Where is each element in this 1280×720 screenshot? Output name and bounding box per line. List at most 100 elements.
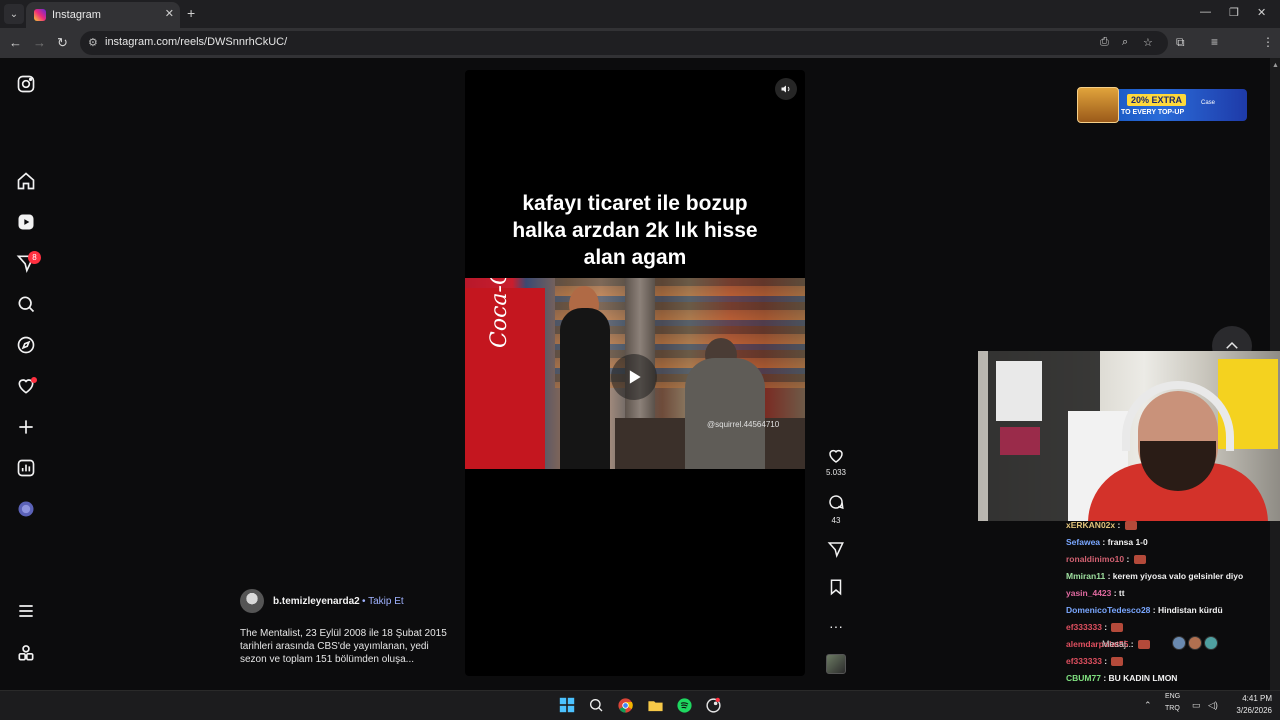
streamer [1078, 381, 1278, 521]
comment-count: 43 [831, 516, 841, 525]
instagram-favicon-icon [34, 9, 46, 21]
volume-tray-icon[interactable]: ◁) [1208, 700, 1218, 711]
share-icon[interactable] [826, 540, 846, 563]
reel-video[interactable]: kafayı ticaret ile bozup halka arzdan 2k … [465, 70, 805, 676]
zoom-icon[interactable]: ⌕ [1122, 36, 1128, 49]
steam-icon[interactable] [703, 695, 723, 715]
more-menu-icon[interactable] [16, 601, 36, 621]
media-icon[interactable]: ≡ [1211, 35, 1218, 49]
chat-text: : Hindistan kürdü [1150, 605, 1223, 615]
chat-placeholder: Mesaj... [1102, 639, 1134, 649]
chrome-icon[interactable] [615, 695, 635, 715]
reel-description[interactable]: The Mentalist, 23 Eylül 2008 ile 18 Şuba… [240, 627, 450, 666]
address-bar[interactable]: ⚙ instagram.com/reels/DWSnnrhCkUC/ ⎙ ⌕ ☆ [80, 31, 1168, 55]
taskbar-search-icon[interactable] [586, 695, 606, 715]
chat-message: ef333333 : [1066, 656, 1124, 667]
headset-icon [1122, 381, 1234, 451]
monitor-icon[interactable]: ▭ [1192, 700, 1201, 711]
ad-banner[interactable]: 20% EXTRA TO EVERY TOP-UP Case [1077, 87, 1247, 123]
chat-message: DomenicoTedesco28 : Hindistan kürdü [1066, 605, 1223, 615]
follow-label[interactable]: Takip Et [368, 596, 404, 607]
tray-chevron-icon[interactable]: ⌃ [1144, 700, 1152, 711]
dashboard-icon[interactable] [16, 458, 36, 478]
close-window-icon[interactable]: ✕ [1257, 6, 1266, 19]
ad-headline: 20% EXTRA [1127, 94, 1187, 106]
notifications-badge: 8 [28, 251, 41, 264]
windows-start-icon[interactable] [557, 695, 577, 715]
comment-icon[interactable] [826, 493, 846, 516]
restore-icon[interactable]: ❐ [1229, 6, 1239, 19]
url-text[interactable]: instagram.com/reels/DWSnnrhCkUC/ [105, 36, 287, 48]
more-options-icon[interactable]: ··· [826, 618, 846, 634]
volume-icon[interactable] [775, 78, 797, 100]
person-woman [560, 308, 610, 469]
reel-overlay-caption: kafayı ticaret ile bozup halka arzdan 2k … [465, 190, 805, 271]
follow-separator: • [362, 596, 366, 607]
webcam-poster [996, 361, 1042, 421]
chat-message: CBUM77 : BU KADIN LMON [1066, 673, 1177, 683]
video-watermark: @squirrel.44564710 [707, 420, 780, 429]
tab-instagram[interactable]: Instagram ✕ [26, 2, 180, 28]
create-icon[interactable] [16, 417, 36, 437]
file-explorer-icon[interactable] [645, 695, 665, 715]
chat-text: : [1124, 554, 1132, 564]
like-heart-icon[interactable] [826, 447, 846, 470]
tab-list-icon[interactable]: ⌄ [4, 4, 24, 24]
webcam-box [1000, 427, 1040, 455]
author-username[interactable]: b.temizleyenarda2 [273, 596, 360, 607]
clock-time[interactable]: 4:41 PM [1232, 694, 1272, 703]
close-tab-icon[interactable]: ✕ [165, 7, 174, 20]
also-from-meta-icon[interactable] [16, 643, 36, 663]
explore-icon[interactable] [16, 335, 36, 355]
input-language[interactable]: ENG [1165, 693, 1180, 700]
clock-date[interactable]: 3/26/2026 [1226, 706, 1272, 715]
chat-viewer-avatar [1188, 636, 1202, 650]
chat-username[interactable]: ef333333 [1066, 656, 1102, 666]
spotify-icon[interactable] [674, 695, 694, 715]
play-icon[interactable] [611, 354, 657, 400]
chat-username[interactable]: ronaldinimo10 [1066, 554, 1124, 564]
chat-message: ronaldinimo10 : [1066, 554, 1146, 565]
install-icon[interactable]: ⎙ [1100, 36, 1109, 49]
keyboard-layout[interactable]: TRQ [1165, 705, 1180, 712]
save-bookmark-icon[interactable] [826, 578, 846, 601]
chat-viewer-avatar [1204, 636, 1218, 650]
chat-username[interactable]: ef333333 [1066, 622, 1102, 632]
minimize-icon[interactable]: — [1200, 6, 1211, 18]
chat-username[interactable]: CBUM77 [1066, 673, 1101, 683]
profile-avatar-icon[interactable] [16, 499, 36, 519]
chat-username[interactable]: DomenicoTedesco28 [1066, 605, 1150, 615]
chat-text: : tt [1111, 588, 1125, 598]
cola-brand-text: Coca-Cola [487, 278, 512, 348]
person-man [685, 358, 765, 469]
search-icon[interactable] [16, 294, 36, 314]
treasure-chest-icon [1077, 87, 1119, 123]
back-icon[interactable]: ← [9, 35, 22, 50]
author-avatar[interactable] [240, 589, 264, 613]
notification-dot [31, 377, 37, 383]
follow-button[interactable]: • Takip Et [362, 596, 404, 607]
site-info-icon[interactable]: ⚙ [88, 36, 98, 49]
chat-username[interactable]: Mmiran11 [1066, 571, 1105, 581]
chat-username[interactable]: yasin_4423 [1066, 588, 1111, 598]
new-tab-icon[interactable]: + [187, 5, 195, 21]
bookmark-star-icon[interactable]: ☆ [1143, 36, 1153, 49]
chat-text: : [1101, 656, 1110, 666]
streamer-webcam [978, 351, 1280, 521]
video-frame[interactable]: Coca-Cola @squirrel.44564710 [465, 278, 805, 469]
audio-thumbnail[interactable] [826, 654, 846, 674]
home-icon[interactable] [16, 171, 36, 191]
chat-username[interactable]: xERKAN02x [1066, 520, 1115, 530]
ad-brand: Case [1201, 100, 1216, 106]
chat-text: : kerem yiyosa valo gelsinler diyo [1105, 571, 1244, 581]
chat-username[interactable]: Sefawea [1066, 537, 1100, 547]
forward-icon[interactable]: → [33, 35, 46, 50]
reload-icon[interactable]: ↻ [57, 35, 68, 51]
extensions-icon[interactable]: ⧉ [1176, 35, 1185, 50]
menu-icon[interactable]: ⋮ [1262, 35, 1274, 49]
tab-strip: ⌄ Instagram ✕ + — ❐ ✕ [0, 0, 1280, 28]
chat-message: ef333333 : [1066, 622, 1124, 633]
browser-toolbar: ← → ↻ ⚙ instagram.com/reels/DWSnnrhCkUC/… [0, 28, 1280, 77]
instagram-logo-icon[interactable] [16, 74, 36, 94]
reels-icon[interactable] [16, 212, 36, 232]
